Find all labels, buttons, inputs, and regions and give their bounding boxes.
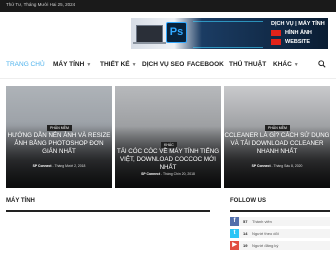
chevron-down-icon: ▼	[131, 62, 137, 68]
social-row-youtube[interactable]: ▶ 19 Người đăng ký	[230, 241, 330, 250]
laptop-image	[133, 25, 166, 44]
ad-banner[interactable]: Ps DỊCH VỤ | MÁY TÍNH HÌNH ẢNH WEBSITE	[131, 18, 328, 49]
banner-bullet	[271, 39, 281, 45]
post-title[interactable]: HƯỚNG DẪN NÉN ẢNH VÀ RESIZE ẢNH BẰNG PHO…	[6, 132, 112, 156]
nav-item-computer[interactable]: MÁY TÍNH ▼	[53, 61, 91, 68]
top-bar: Thứ Tư, Tháng Mười Hai 25, 2024	[0, 0, 336, 12]
main-nav: TRANG CHỦ MÁY TÍNH ▼ THIẾT KẾ ▼ DỊCH VỤ SE…	[0, 56, 336, 79]
follower-label: Thành viên	[252, 219, 272, 224]
follower-label: Người đăng ký	[252, 243, 279, 248]
social-row-facebook[interactable]: f 57 Thành viên	[230, 217, 330, 226]
social-follow-list: f 57 Thành viên t 14 Người theo dõi ▶ 19…	[230, 217, 330, 253]
follower-count: 19	[243, 243, 248, 248]
social-row-twitter[interactable]: t 14 Người theo dõi	[230, 229, 330, 238]
photoshop-logo: Ps	[166, 22, 187, 43]
post-date: Tháng Chín 20, 2018	[163, 172, 195, 176]
category-badge[interactable]: PHẦN MỀM	[47, 125, 72, 131]
nav-item-home[interactable]: TRANG CHỦ	[6, 61, 45, 68]
featured-post-2[interactable]: KHÁC TẢI CÓC CÓC VỀ MÁY TÍNH TIẾNG VIỆT,…	[115, 86, 221, 188]
featured-post-1[interactable]: PHẦN MỀM HƯỚNG DẪN NÉN ẢNH VÀ RESIZE ẢNH…	[6, 86, 112, 188]
post-date: Tháng Mười 2, 2018	[54, 164, 86, 168]
post-author[interactable]: SP Connect	[252, 164, 271, 168]
nav-item-tips[interactable]: THỦ THUẬT	[229, 61, 266, 68]
banner-line-1: DỊCH VỤ | MÁY TÍNH	[271, 21, 325, 27]
banner-decoration	[193, 21, 263, 48]
post-title[interactable]: TẢI CÓC CÓC VỀ MÁY TÍNH TIẾNG VIỆT, DOWN…	[115, 148, 221, 172]
section-title: FOLLOW US	[230, 198, 266, 204]
nav-item-design[interactable]: THIẾT KẾ ▼	[100, 61, 137, 68]
featured-post-3[interactable]: PHẦN MỀM CCLEANER LÀ GÌ? CÁCH SỬ DỤNG VÀ…	[224, 86, 330, 188]
nav-item-seo[interactable]: DỊCH VỤ SEO	[142, 61, 184, 68]
search-icon[interactable]	[318, 60, 326, 68]
youtube-icon[interactable]: ▶	[230, 241, 239, 250]
chevron-down-icon: ▼	[293, 62, 299, 68]
section-header-follow: FOLLOW US	[230, 198, 330, 212]
post-date: Tháng Sáu 8, 2020	[273, 164, 303, 168]
twitter-icon[interactable]: t	[230, 229, 239, 238]
follower-count: 14	[243, 231, 248, 236]
nav-item-facebook[interactable]: FACEBOOK	[187, 61, 224, 68]
post-author[interactable]: SP Connect	[33, 164, 52, 168]
facebook-icon[interactable]: f	[230, 217, 239, 226]
follower-count: 57	[243, 219, 248, 224]
banner-line-3: WEBSITE	[285, 39, 311, 45]
chevron-down-icon: ▼	[86, 62, 92, 68]
nav-item-other[interactable]: KHÁC ▼	[273, 61, 299, 68]
follower-label: Người theo dõi	[252, 231, 279, 236]
post-title[interactable]: CCLEANER LÀ GÌ? CÁCH SỬ DỤNG VÀ TẢI DOWN…	[224, 132, 330, 156]
post-meta: SP Connect - Tháng Mười 2, 2018	[32, 164, 86, 168]
section-header-computer: MÁY TÍNH	[6, 198, 210, 212]
banner-bullet	[271, 30, 281, 36]
post-meta: SP Connect - Tháng Sáu 8, 2020	[251, 164, 303, 168]
current-date: Thứ Tư, Tháng Mười Hai 25, 2024	[6, 2, 76, 7]
section-title[interactable]: MÁY TÍNH	[6, 198, 35, 204]
banner-line-2: HÌNH ẢNH	[285, 30, 312, 36]
post-meta: SP Connect - Tháng Chín 20, 2018	[141, 172, 195, 176]
featured-grid: PHẦN MỀM HƯỚNG DẪN NÉN ẢNH VÀ RESIZE ẢNH…	[6, 86, 330, 188]
category-badge[interactable]: PHẦN MỀM	[265, 125, 290, 131]
post-author[interactable]: SP Connect	[141, 172, 160, 176]
